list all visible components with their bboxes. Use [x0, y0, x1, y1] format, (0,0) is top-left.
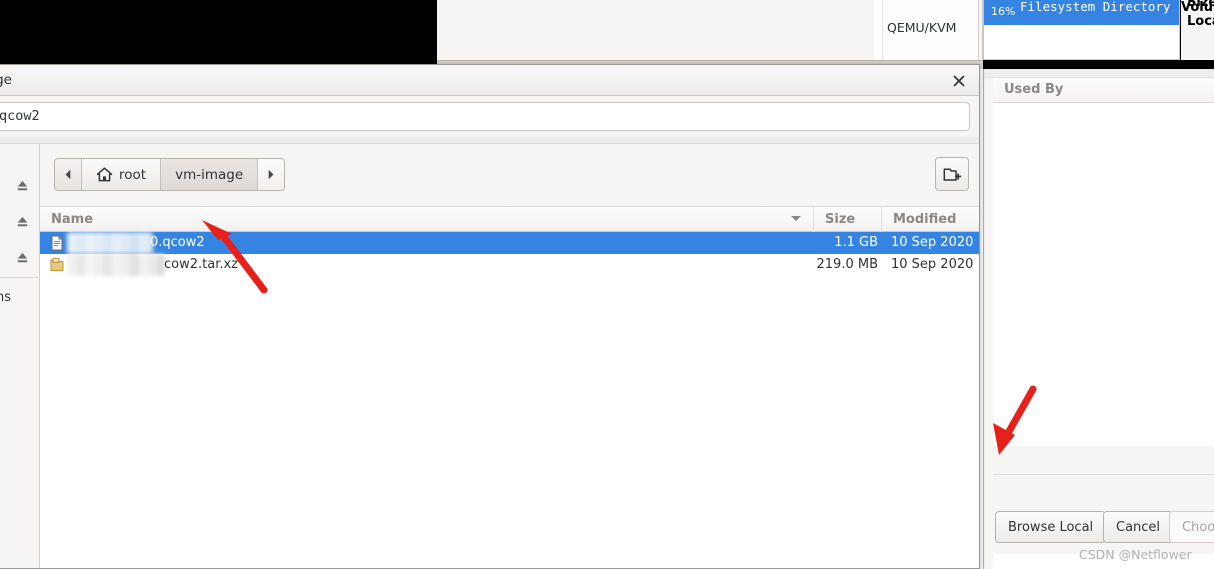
table-row[interactable]: 0.qcow2 1.1 GB 10 Sep 2020 [40, 232, 979, 254]
file-chooser-title: orage [0, 72, 12, 88]
storage-pool-list[interactable]: 16% default Filesystem Directory [983, 0, 1180, 60]
file-name-value: qcow2 [0, 108, 40, 124]
pool-usage-percent: 16% [991, 5, 1016, 18]
file-name-bar: qcow2 [0, 96, 979, 137]
file-size: 1.1 GB [834, 235, 878, 250]
breadcrumb-item-root[interactable]: root [82, 159, 162, 190]
eject-icon [17, 216, 28, 226]
path-bar-area: root vm-image [40, 144, 979, 206]
new-folder-icon [943, 167, 961, 181]
file-modified: 10 Sep 2020 [891, 235, 974, 250]
breadcrumb: root vm-image [54, 158, 286, 191]
choose-volume-button[interactable]: Choos [1169, 511, 1214, 543]
place-item-2[interactable] [0, 206, 40, 236]
breadcrumb-root-label: root [119, 166, 147, 183]
column-header-size-label: Size [825, 212, 856, 227]
file-name: cow2.tar.xz [164, 257, 239, 272]
sort-descending-icon [791, 216, 801, 221]
places-divider [0, 277, 40, 278]
file-modified: 10 Sep 2020 [891, 257, 974, 272]
close-button[interactable] [948, 70, 970, 92]
file-icon [51, 235, 63, 251]
redacted-filename-overlay [67, 232, 153, 254]
place-item-other-locations[interactable]: ns [0, 284, 40, 314]
eject-icon [17, 252, 28, 262]
breadcrumb-current-label: vm-image [175, 166, 244, 183]
place-item-1[interactable] [0, 170, 40, 200]
file-chooser-separator [0, 137, 979, 144]
column-header-modified[interactable]: Modified [882, 207, 979, 232]
file-name: 0.qcow2 [150, 235, 205, 250]
column-header-name-label: Name [51, 212, 94, 227]
used-by-column-header: Used By [993, 78, 1214, 103]
breadcrumb-back-button[interactable] [55, 159, 82, 190]
places-sidebar: ns [0, 144, 40, 568]
breadcrumb-item-current[interactable]: vm-image [161, 159, 259, 190]
used-by-label: Used By [1004, 82, 1064, 97]
column-header-size[interactable]: Size [814, 207, 882, 232]
column-header-name[interactable]: Name [40, 207, 814, 232]
browse-local-button[interactable]: Browse Local [995, 511, 1107, 543]
file-name-input[interactable]: qcow2 [0, 102, 970, 131]
file-browser: root vm-image Name Size Modified 0.qcow2… [40, 144, 979, 568]
file-list: 0.qcow2 1.1 GB 10 Sep 2020 cow2.tar.xz 2… [40, 232, 979, 568]
file-size: 219.0 MB [816, 257, 878, 272]
archive-icon [50, 257, 64, 272]
breadcrumb-forward-button[interactable] [258, 159, 285, 190]
right-dialog-button-bar: Browse Local Cancel Choos [993, 474, 1214, 554]
virt-manager-background-window: QEMU/KVM 16% default Filesystem Director… [0, 0, 1214, 69]
other-locations-label: ns [0, 290, 12, 305]
watermark: CSDN @Netflower [1079, 547, 1192, 562]
eject-icon [17, 180, 28, 190]
file-list-header: Name Size Modified [40, 206, 979, 232]
connection-label: QEMU/KVM [887, 20, 957, 35]
screenshot-root: QEMU/KVM 16% default Filesystem Director… [0, 0, 1214, 569]
pool-detail-pane: Size: 41.61 GiB Free / 8.50 GiB In Use L… [1181, 0, 1214, 60]
right-dialog-top-strip [984, 69, 1214, 78]
pool-location-key: Location: [1187, 14, 1214, 29]
storage-pool-panel: QEMU/KVM 16% default Filesystem Director… [437, 0, 1214, 60]
close-icon [953, 75, 965, 87]
connection-column: QEMU/KVM [874, 0, 979, 60]
used-by-list-body [993, 103, 1214, 446]
home-icon [96, 167, 113, 182]
cancel-button[interactable]: Cancel [1103, 511, 1174, 543]
choose-storage-volume-dialog-right: Used By Browse Local Cancel Choos [983, 69, 1214, 569]
create-folder-button[interactable] [935, 157, 969, 191]
file-chooser-titlebar[interactable]: orage [0, 65, 979, 96]
storage-pool-row-default[interactable]: 16% default Filesystem Directory [984, 0, 1179, 25]
chevron-right-icon [268, 169, 274, 180]
place-item-3[interactable] [0, 242, 40, 272]
pool-size-key: Size: [1187, 0, 1214, 10]
desktop-black-area-left [0, 0, 437, 69]
redacted-filename-overlay [67, 254, 165, 276]
file-chooser-dialog: orage qcow2 [0, 64, 980, 569]
pool-type: Filesystem Directory [1020, 0, 1171, 14]
chevron-left-icon [65, 169, 71, 180]
column-header-modified-label: Modified [893, 212, 957, 227]
table-row[interactable]: cow2.tar.xz 219.0 MB 10 Sep 2020 [40, 254, 979, 276]
